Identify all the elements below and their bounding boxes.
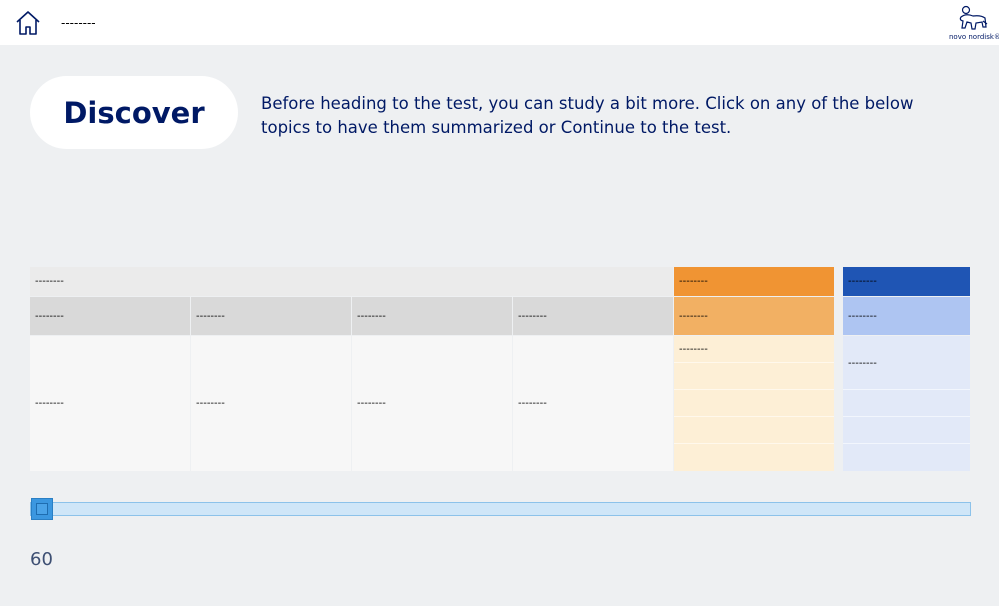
table-cell-value: -------- [35, 398, 64, 409]
orange-group-header[interactable]: -------- [674, 267, 834, 296]
row-divider [674, 416, 834, 417]
column-header-1[interactable]: -------- [30, 297, 190, 335]
column-header-label: -------- [196, 311, 225, 322]
column-header-4[interactable]: -------- [513, 297, 673, 335]
top-bar: -------- novo nordisk® [0, 0, 999, 45]
table-cell-value: -------- [357, 398, 386, 409]
column-header-label: -------- [357, 311, 386, 322]
table-cell-1[interactable]: -------- [30, 336, 190, 471]
row-divider [674, 389, 834, 390]
blue-body-value: -------- [848, 358, 877, 369]
apis-bull-icon [959, 5, 988, 30]
row-divider [674, 362, 834, 363]
orange-group-header-label: -------- [679, 276, 708, 287]
blue-column-header-label: -------- [848, 311, 877, 322]
main-group-header[interactable]: -------- [30, 267, 673, 296]
orange-column-header[interactable]: -------- [674, 297, 834, 335]
blue-body-column[interactable]: -------- [843, 336, 970, 471]
orange-body-value: -------- [679, 344, 708, 355]
column-header-label: -------- [35, 311, 64, 322]
row-divider [674, 443, 834, 444]
scrollbar-thumb-grip [36, 503, 48, 515]
page-number: 60 [30, 549, 53, 570]
blue-group-header[interactable]: -------- [843, 267, 970, 296]
row-divider [843, 443, 970, 444]
orange-body-column[interactable]: -------- [674, 336, 834, 471]
novo-nordisk-logo: novo nordisk® [949, 5, 999, 41]
table-cell-2[interactable]: -------- [191, 336, 351, 471]
intro-text: Before heading to the test, you can stud… [261, 94, 914, 137]
column-header-3[interactable]: -------- [352, 297, 512, 335]
column-header-label: -------- [518, 311, 547, 322]
row-divider [843, 389, 970, 390]
table-cell-value: -------- [518, 398, 547, 409]
blue-group-header-label: -------- [848, 276, 877, 287]
blue-column-header[interactable]: -------- [843, 297, 970, 335]
table-cell-3[interactable]: -------- [352, 336, 512, 471]
table-cell-4[interactable]: -------- [513, 336, 673, 471]
discover-title: Discover [63, 95, 205, 130]
scrollbar-thumb[interactable] [31, 498, 53, 520]
home-label: -------- [61, 16, 96, 30]
discover-badge: Discover [30, 76, 238, 149]
home-icon[interactable] [14, 9, 42, 37]
main-group-header-label: -------- [35, 276, 64, 287]
column-header-2[interactable]: -------- [191, 297, 351, 335]
orange-column-header-label: -------- [679, 311, 708, 322]
table-cell-value: -------- [196, 398, 225, 409]
row-divider [843, 416, 970, 417]
horizontal-scrollbar[interactable] [30, 502, 971, 516]
logo-text: novo nordisk® [949, 33, 999, 41]
